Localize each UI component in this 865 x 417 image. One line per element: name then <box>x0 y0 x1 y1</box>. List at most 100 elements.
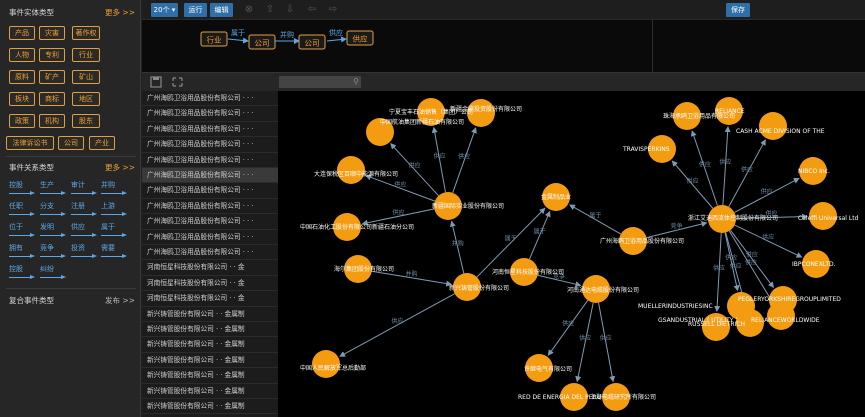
pattern-edge-label: 属于 <box>231 29 245 37</box>
list-item[interactable]: 广州海鸥卫浴用品股份有限公司 · · · <box>142 245 278 261</box>
relation-type[interactable]: 注册 <box>71 201 97 216</box>
entity-tag[interactable]: 法律诉讼书 <box>6 136 54 150</box>
graph-edge-label: 并购 <box>452 239 464 247</box>
search-input[interactable]: ⚲ <box>279 76 361 88</box>
undo-icon[interactable]: ⇦ <box>306 4 318 16</box>
entity-tag[interactable]: 原料 <box>9 70 35 84</box>
graph-node[interactable] <box>759 112 787 140</box>
list-item[interactable]: 新兴铸管股份有限公司 · · 金属制 <box>142 322 278 338</box>
entity-tag[interactable]: 产品 <box>9 26 35 40</box>
entity-tag[interactable]: 专利 <box>39 48 65 62</box>
graph-edge-label: 供应 <box>562 320 574 328</box>
graph-node[interactable] <box>337 156 365 184</box>
list-item[interactable]: 新兴铸管股份有限公司 · · 金属制 <box>142 384 278 399</box>
list-item[interactable]: 河南恒星科技股份有限公司 · · 金 <box>142 291 278 307</box>
pattern-edge <box>326 36 347 43</box>
upload-icon[interactable]: ⇧ <box>264 4 276 16</box>
relation-type[interactable]: 审计 <box>71 180 97 195</box>
entity-tag[interactable]: 矿产 <box>39 70 65 84</box>
relation-type[interactable]: 任职 <box>9 201 35 216</box>
relation-type[interactable]: 上游 <box>101 201 127 216</box>
list-item[interactable]: 新兴铸管股份有限公司 · · 金属制 <box>142 399 278 415</box>
list-item[interactable]: 广州海鸥卫浴用品股份有限公司 · · · <box>142 91 278 107</box>
search-icon[interactable]: ⚲ <box>353 76 359 88</box>
edit-button[interactable]: 编辑 <box>210 3 233 17</box>
relation-type[interactable]: 纠纷 <box>40 264 66 279</box>
run-button[interactable]: 运行 <box>184 3 207 17</box>
relation-type[interactable]: 并购 <box>101 180 127 195</box>
entity-tag[interactable]: 股东 <box>72 114 100 128</box>
fullscreen-icon[interactable] <box>172 77 183 87</box>
relation-type[interactable]: 拥有 <box>9 243 35 258</box>
entity-tag[interactable]: 灾害 <box>39 26 65 40</box>
graph-edge-label: 并购 <box>406 270 418 278</box>
list-item[interactable]: 广州海鸥卫浴用品股份有限公司 · · · <box>142 122 278 138</box>
relation-types-header: 事件关系类型 更多 >> <box>9 162 135 176</box>
list-item[interactable]: 广州海鸥卫浴用品股份有限公司 · · · <box>142 137 278 153</box>
graph-canvas[interactable]: 供应 供应 供应 供应 供应 并购 属于 并购 供应 属于 竞争 属于 供应 供应 供应 竞争 供应 供应 供应 供应… <box>278 91 865 417</box>
relation-type[interactable]: 控股 <box>9 264 35 279</box>
list-item[interactable]: 河南恒星科技股份有限公司 · · 金 <box>142 276 278 292</box>
entity-types-header: 事件实体类型 更多 >> <box>9 7 135 21</box>
entity-tag[interactable]: 机构 <box>39 114 65 128</box>
entity-tag[interactable]: 著作权 <box>72 26 100 40</box>
entity-tag[interactable]: 地区 <box>72 92 100 106</box>
list-item[interactable]: 广州海鸥卫浴用品股份有限公司 · · · <box>142 214 278 230</box>
entity-tag[interactable]: 矿山 <box>72 70 100 84</box>
arrow-icon <box>71 253 97 258</box>
relation-type[interactable]: 供应 <box>71 222 97 237</box>
entity-tag[interactable]: 行业 <box>72 48 100 62</box>
list-item[interactable]: 广州海鸥卫浴用品股份有限公司 · · · <box>142 153 278 168</box>
list-item[interactable]: 新兴铸管股份有限公司 · · 金属制 <box>142 353 278 369</box>
relation-type-label: 属于 <box>101 223 115 231</box>
list-item[interactable]: 新兴铸管股份有限公司 · · 金属制 <box>142 337 278 353</box>
graph-edge-label: 供应 <box>458 152 470 160</box>
graph-edge-label: 供应 <box>409 162 421 170</box>
relation-type[interactable]: 生产 <box>40 180 66 195</box>
graph-node[interactable] <box>767 302 795 330</box>
relation-more-link[interactable]: 更多 >> <box>105 162 135 173</box>
relation-type-label: 投资 <box>71 244 85 252</box>
download-icon[interactable]: ⇩ <box>284 4 296 16</box>
graph-node[interactable] <box>312 350 340 378</box>
save-button[interactable]: 保存 <box>726 3 750 17</box>
entity-more-link[interactable]: 更多 >> <box>105 7 135 18</box>
cancel-icon[interactable]: ⊗ <box>243 4 255 16</box>
relation-type[interactable]: 属于 <box>101 222 127 237</box>
relation-type[interactable]: 控股 <box>9 180 35 195</box>
count-dropdown[interactable]: 20个 ▾ <box>151 3 178 17</box>
graph-edge-label: 供应 <box>392 208 404 216</box>
relation-type[interactable]: 投资 <box>71 243 97 258</box>
graph-node-label: 海尔集团股份有限公司 <box>334 265 394 273</box>
relation-type[interactable]: 竞争 <box>40 243 66 258</box>
query-pattern-canvas[interactable]: 行业 公司 公司 供应 属于 并购 供应 <box>142 19 865 74</box>
list-toolbar <box>142 73 278 91</box>
list-item[interactable]: 广州海鸥卫浴用品股份有限公司 · · · <box>142 230 278 245</box>
entity-tag[interactable]: 人物 <box>9 48 35 62</box>
graph-edge-label: 属于 <box>589 212 601 219</box>
list-item[interactable]: 广州海鸥卫浴用品股份有限公司 · · · <box>142 106 278 122</box>
list-item[interactable]: 广州海鸥卫浴用品股份有限公司 · · · <box>142 199 278 215</box>
arrow-icon <box>9 232 35 237</box>
redo-icon[interactable]: ⇨ <box>327 4 339 16</box>
relation-type[interactable]: 分支 <box>40 201 66 216</box>
relation-type[interactable]: 需要 <box>101 243 127 258</box>
list-item[interactable]: 广州海鸥卫浴用品股份有限公司 · · · <box>142 183 278 199</box>
entity-tag[interactable]: 公司 <box>58 136 84 150</box>
save-icon[interactable] <box>150 76 162 88</box>
relation-type-label: 控股 <box>9 181 23 189</box>
list-item[interactable]: 河南恒星科技股份有限公司 · · 金 <box>142 260 278 276</box>
relation-type[interactable]: 位于 <box>9 222 35 237</box>
entity-tag[interactable]: 产业 <box>89 136 115 150</box>
entity-tag[interactable]: 板块 <box>9 92 35 106</box>
list-item[interactable]: 广州海鸥卫浴用品股份有限公司 · · · <box>142 168 278 184</box>
relation-type[interactable]: 发明 <box>40 222 66 237</box>
compound-action-link[interactable]: 发布 >> <box>105 295 135 306</box>
graph-node-label: PEGLERYORKSHIREGROUPLIMITED <box>738 296 841 303</box>
entity-tag[interactable]: 商标 <box>39 92 65 106</box>
list-item[interactable]: 新兴铸管股份有限公司 · · 金属制 <box>142 307 278 322</box>
entity-tag[interactable]: 政策 <box>9 114 35 128</box>
list-item[interactable]: 新兴铸管股份有限公司 · · 金属制 <box>142 368 278 384</box>
divider <box>6 156 136 157</box>
graph-node-label: CASH ACME DIVISION OF THE <box>736 128 825 135</box>
